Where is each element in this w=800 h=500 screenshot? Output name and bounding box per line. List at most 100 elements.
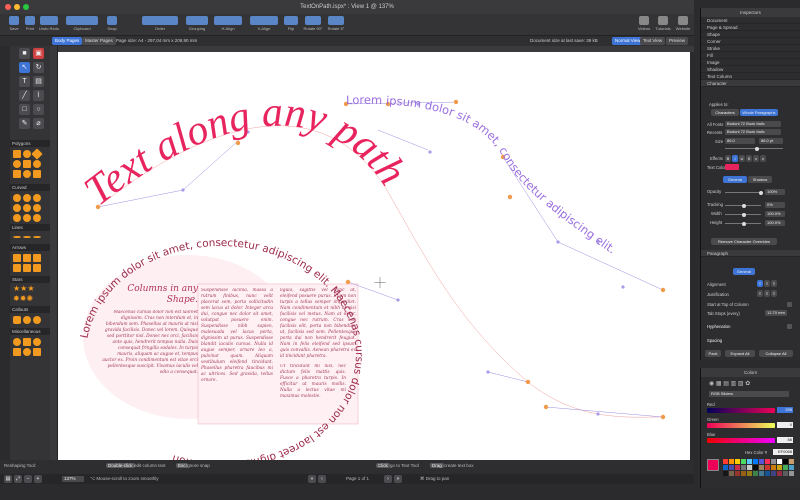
- palette-swatch[interactable]: [741, 459, 746, 464]
- burst-shapes-icon[interactable]: ✸✹✺: [13, 294, 33, 303]
- palette-swatch[interactable]: [753, 459, 758, 464]
- shape-trapezoid-icon[interactable]: [13, 170, 21, 178]
- collapse-all-button[interactable]: Collapse All: [759, 350, 793, 357]
- canvas-artwork[interactable]: Text along any path Lorem ipsum dolor si…: [58, 52, 690, 460]
- hyphenation-checkbox[interactable]: [787, 324, 792, 329]
- eyedropper-tool-icon[interactable]: ⌀: [33, 118, 44, 129]
- inspector-image[interactable]: Image: [701, 59, 800, 66]
- selection-tool-icon[interactable]: ↖: [19, 62, 30, 73]
- inspector-document[interactable]: Document: [701, 17, 800, 24]
- print-button[interactable]: Print: [24, 16, 36, 34]
- bezier-tool-icon[interactable]: ⌇: [33, 90, 44, 101]
- document-canvas[interactable]: Text along any path Lorem ipsum dolor si…: [58, 52, 690, 460]
- shape-pentagon-icon[interactable]: [23, 160, 31, 168]
- save-button[interactable]: Save: [8, 16, 20, 34]
- pack-button[interactable]: Pack: [705, 350, 721, 357]
- shape-hexagon-icon[interactable]: [13, 160, 21, 168]
- arrow-down-icon[interactable]: [13, 264, 21, 272]
- justify-full-icon[interactable]: ≡: [771, 290, 777, 297]
- tab-paragraph-general[interactable]: General: [733, 268, 755, 275]
- shape-heart-icon[interactable]: [23, 194, 31, 202]
- justify-left-icon[interactable]: ≡: [757, 290, 763, 297]
- column-text-1[interactable]: Maecenas cursus dolor non est laoreet di…: [102, 310, 198, 390]
- zoom-window-icon[interactable]: [23, 4, 29, 10]
- green-value-field[interactable]: 0: [777, 422, 793, 428]
- recents-select[interactable]: Bodoni 72 Book Italic: [725, 129, 781, 135]
- opacity-slider-knob[interactable]: [759, 190, 763, 195]
- minimize-window-icon[interactable]: [14, 4, 20, 10]
- palette-swatch[interactable]: [723, 465, 728, 470]
- palette-swatch[interactable]: [771, 471, 776, 476]
- blue-value-field[interactable]: 88: [777, 437, 793, 443]
- star-shapes-icon[interactable]: ★★★: [13, 284, 35, 293]
- zoom-out-icon[interactable]: −: [24, 475, 32, 483]
- color-mode-select[interactable]: RGB Sliders: [709, 391, 789, 397]
- tools-section-lines[interactable]: Lines: [10, 224, 50, 231]
- shape-circle-icon[interactable]: [23, 150, 31, 158]
- first-page-icon[interactable]: «: [308, 475, 316, 483]
- misc-shape-4-icon[interactable]: [13, 348, 21, 356]
- prev-page-icon[interactable]: ‹: [318, 475, 326, 483]
- order-button[interactable]: Order: [140, 16, 180, 34]
- line-tool-icon[interactable]: ╱: [19, 90, 30, 101]
- columns-heading[interactable]: Columns in any Shape.: [120, 284, 198, 306]
- palette-swatch[interactable]: [741, 471, 746, 476]
- inspector-corner[interactable]: Corner: [701, 38, 800, 45]
- width-field[interactable]: 100.0%: [765, 211, 785, 217]
- tools-section-callouts[interactable]: Callouts: [10, 306, 50, 313]
- shape-square-icon[interactable]: [13, 150, 21, 158]
- palette-swatch[interactable]: [723, 459, 728, 464]
- opacity-slider[interactable]: [725, 190, 763, 195]
- inspector-shape[interactable]: Shape: [701, 31, 800, 38]
- palette-swatch[interactable]: [765, 465, 770, 470]
- big-path-text[interactable]: Text along any path: [76, 90, 415, 215]
- palette-swatch[interactable]: [777, 459, 782, 464]
- misc-shape-2-icon[interactable]: [23, 338, 31, 346]
- red-value-field[interactable]: 239: [777, 407, 793, 413]
- last-page-icon[interactable]: »: [394, 475, 402, 483]
- palette-swatch[interactable]: [777, 465, 782, 470]
- snap-button[interactable]: Snap: [104, 16, 120, 34]
- opacity-field[interactable]: 100%: [765, 189, 785, 195]
- superscript-button[interactable]: x: [753, 155, 759, 162]
- arrow-bent-icon[interactable]: [33, 264, 41, 272]
- shape-arc-icon[interactable]: [23, 204, 31, 212]
- tracking-slider[interactable]: [725, 203, 761, 208]
- callout-cloud-icon[interactable]: [33, 316, 41, 324]
- palette-swatch[interactable]: [753, 465, 758, 470]
- arrow-right-icon[interactable]: [13, 254, 21, 262]
- website-button[interactable]: Website: [674, 16, 692, 34]
- palette-swatch[interactable]: [789, 471, 794, 476]
- tools-section-polygons[interactable]: Polygons: [10, 140, 50, 147]
- inspector-paragraph[interactable]: Paragraph: [701, 250, 800, 257]
- tools-section-miscellaneous[interactable]: Miscellaneous: [10, 328, 50, 335]
- tab-character-general[interactable]: General: [723, 176, 747, 183]
- tab-body-pages[interactable]: Body Pages: [52, 37, 83, 45]
- misc-shape-5-icon[interactable]: [23, 348, 31, 356]
- fit-page-icon[interactable]: ⤢: [14, 475, 22, 483]
- palette-swatch[interactable]: [729, 465, 734, 470]
- color-fill-icon[interactable]: ■: [19, 48, 30, 59]
- shape-drop-icon[interactable]: [13, 204, 21, 212]
- height-slider[interactable]: [725, 221, 761, 226]
- shape-diamond-icon[interactable]: [31, 148, 43, 160]
- palette-swatch[interactable]: [765, 471, 770, 476]
- tab-character-shadow[interactable]: Shadow: [748, 176, 772, 183]
- size-slider-knob[interactable]: [755, 146, 759, 151]
- height-slider-knob[interactable]: [742, 221, 746, 226]
- shape-blob-icon[interactable]: [13, 214, 21, 222]
- palette-swatch[interactable]: [753, 471, 758, 476]
- expand-all-button[interactable]: Expand All: [725, 350, 755, 357]
- tracking-slider-knob[interactable]: [742, 203, 746, 208]
- tab-master-pages[interactable]: Master Pages: [82, 37, 116, 45]
- strikethrough-button[interactable]: S: [746, 155, 752, 162]
- size-slider[interactable]: [725, 146, 783, 151]
- shape-ring-icon[interactable]: [23, 214, 31, 222]
- clipboard-button[interactable]: Clipboard: [64, 16, 100, 34]
- inspector-fill[interactable]: Fill: [701, 52, 800, 59]
- rectangle-tool-icon[interactable]: □: [19, 104, 30, 115]
- arrow-double-icon[interactable]: [23, 264, 31, 272]
- palette-swatch[interactable]: [759, 471, 764, 476]
- italic-button[interactable]: I: [732, 155, 738, 162]
- line-straight-icon[interactable]: [13, 236, 21, 238]
